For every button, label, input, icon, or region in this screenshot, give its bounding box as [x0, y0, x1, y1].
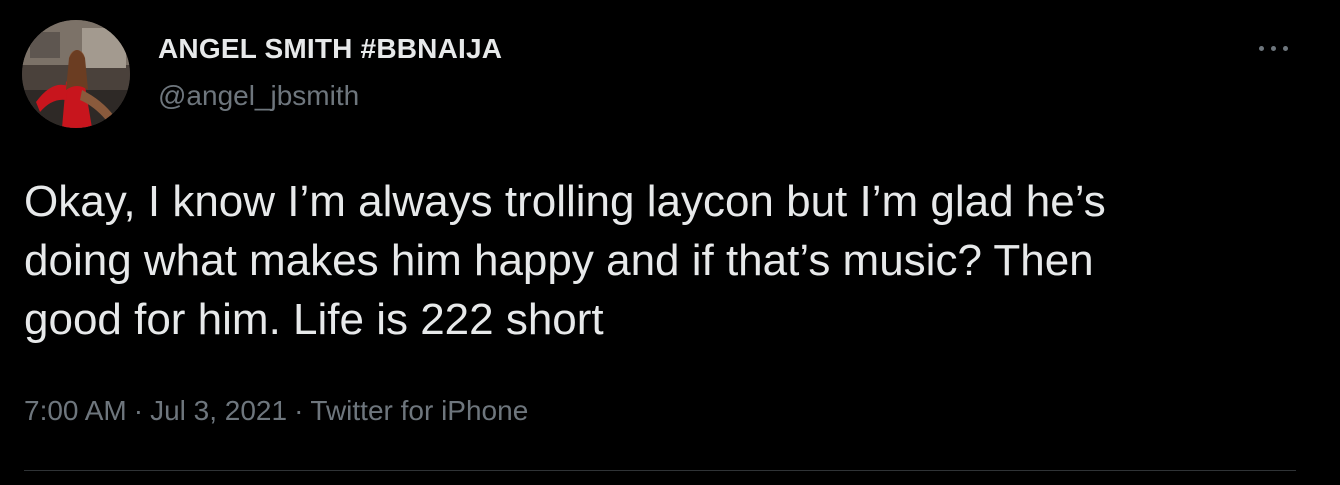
- avatar-photo-icon: [22, 20, 130, 128]
- more-horizontal-icon: [1259, 46, 1264, 51]
- divider: [24, 470, 1296, 471]
- more-horizontal-icon: [1283, 46, 1288, 51]
- meta-separator: ·: [133, 395, 144, 426]
- tweet-text-line: good for him. Life is 222 short: [24, 295, 604, 344]
- tweet-text-line: Okay, I know I’m always trolling laycon …: [24, 177, 1106, 226]
- more-options-button[interactable]: [1252, 30, 1296, 66]
- author-handle[interactable]: @angel_jbsmith: [158, 80, 359, 112]
- tweet-metadata: 7:00 AM · Jul 3, 2021 · Twitter for iPhone: [24, 395, 528, 427]
- tweet-text-line: doing what makes him happy and if that’s…: [24, 236, 1094, 285]
- meta-separator: ·: [294, 395, 304, 426]
- tweet-date[interactable]: Jul 3, 2021: [150, 395, 287, 426]
- tweet-text: Okay, I know I’m always trolling laycon …: [24, 172, 1314, 349]
- tweet-source[interactable]: Twitter for iPhone: [310, 395, 528, 426]
- author-avatar[interactable]: [22, 20, 130, 128]
- tweet-card: ANGEL SMITH #BBNAIJA @angel_jbsmith Okay…: [0, 0, 1340, 485]
- more-horizontal-icon: [1271, 46, 1276, 51]
- tweet-time[interactable]: 7:00 AM: [24, 395, 127, 426]
- author-display-name[interactable]: ANGEL SMITH #BBNAIJA: [158, 33, 502, 65]
